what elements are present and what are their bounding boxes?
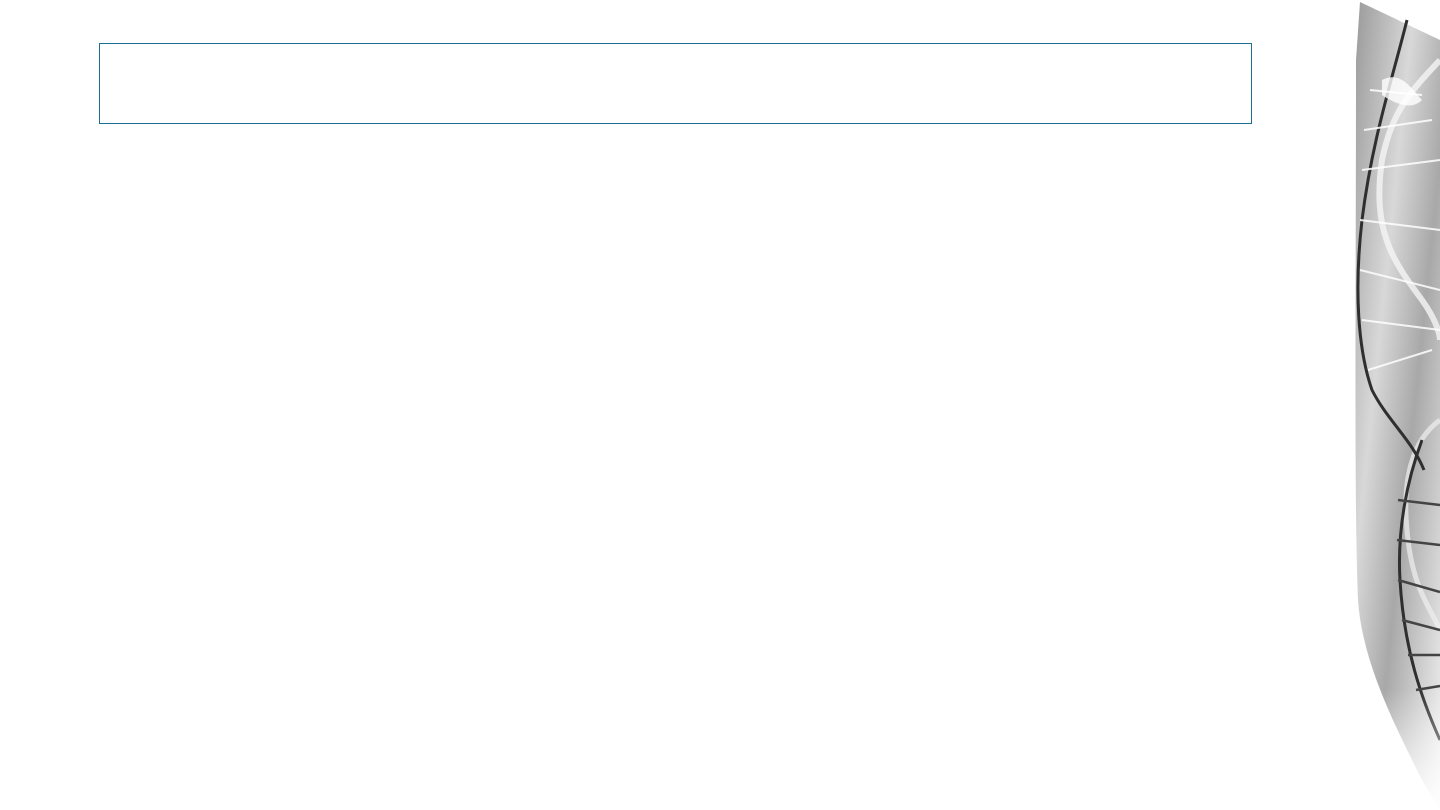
slide-canvas bbox=[0, 0, 1440, 810]
dna-helix-graphic bbox=[1352, 0, 1440, 810]
title-placeholder[interactable] bbox=[99, 43, 1252, 124]
